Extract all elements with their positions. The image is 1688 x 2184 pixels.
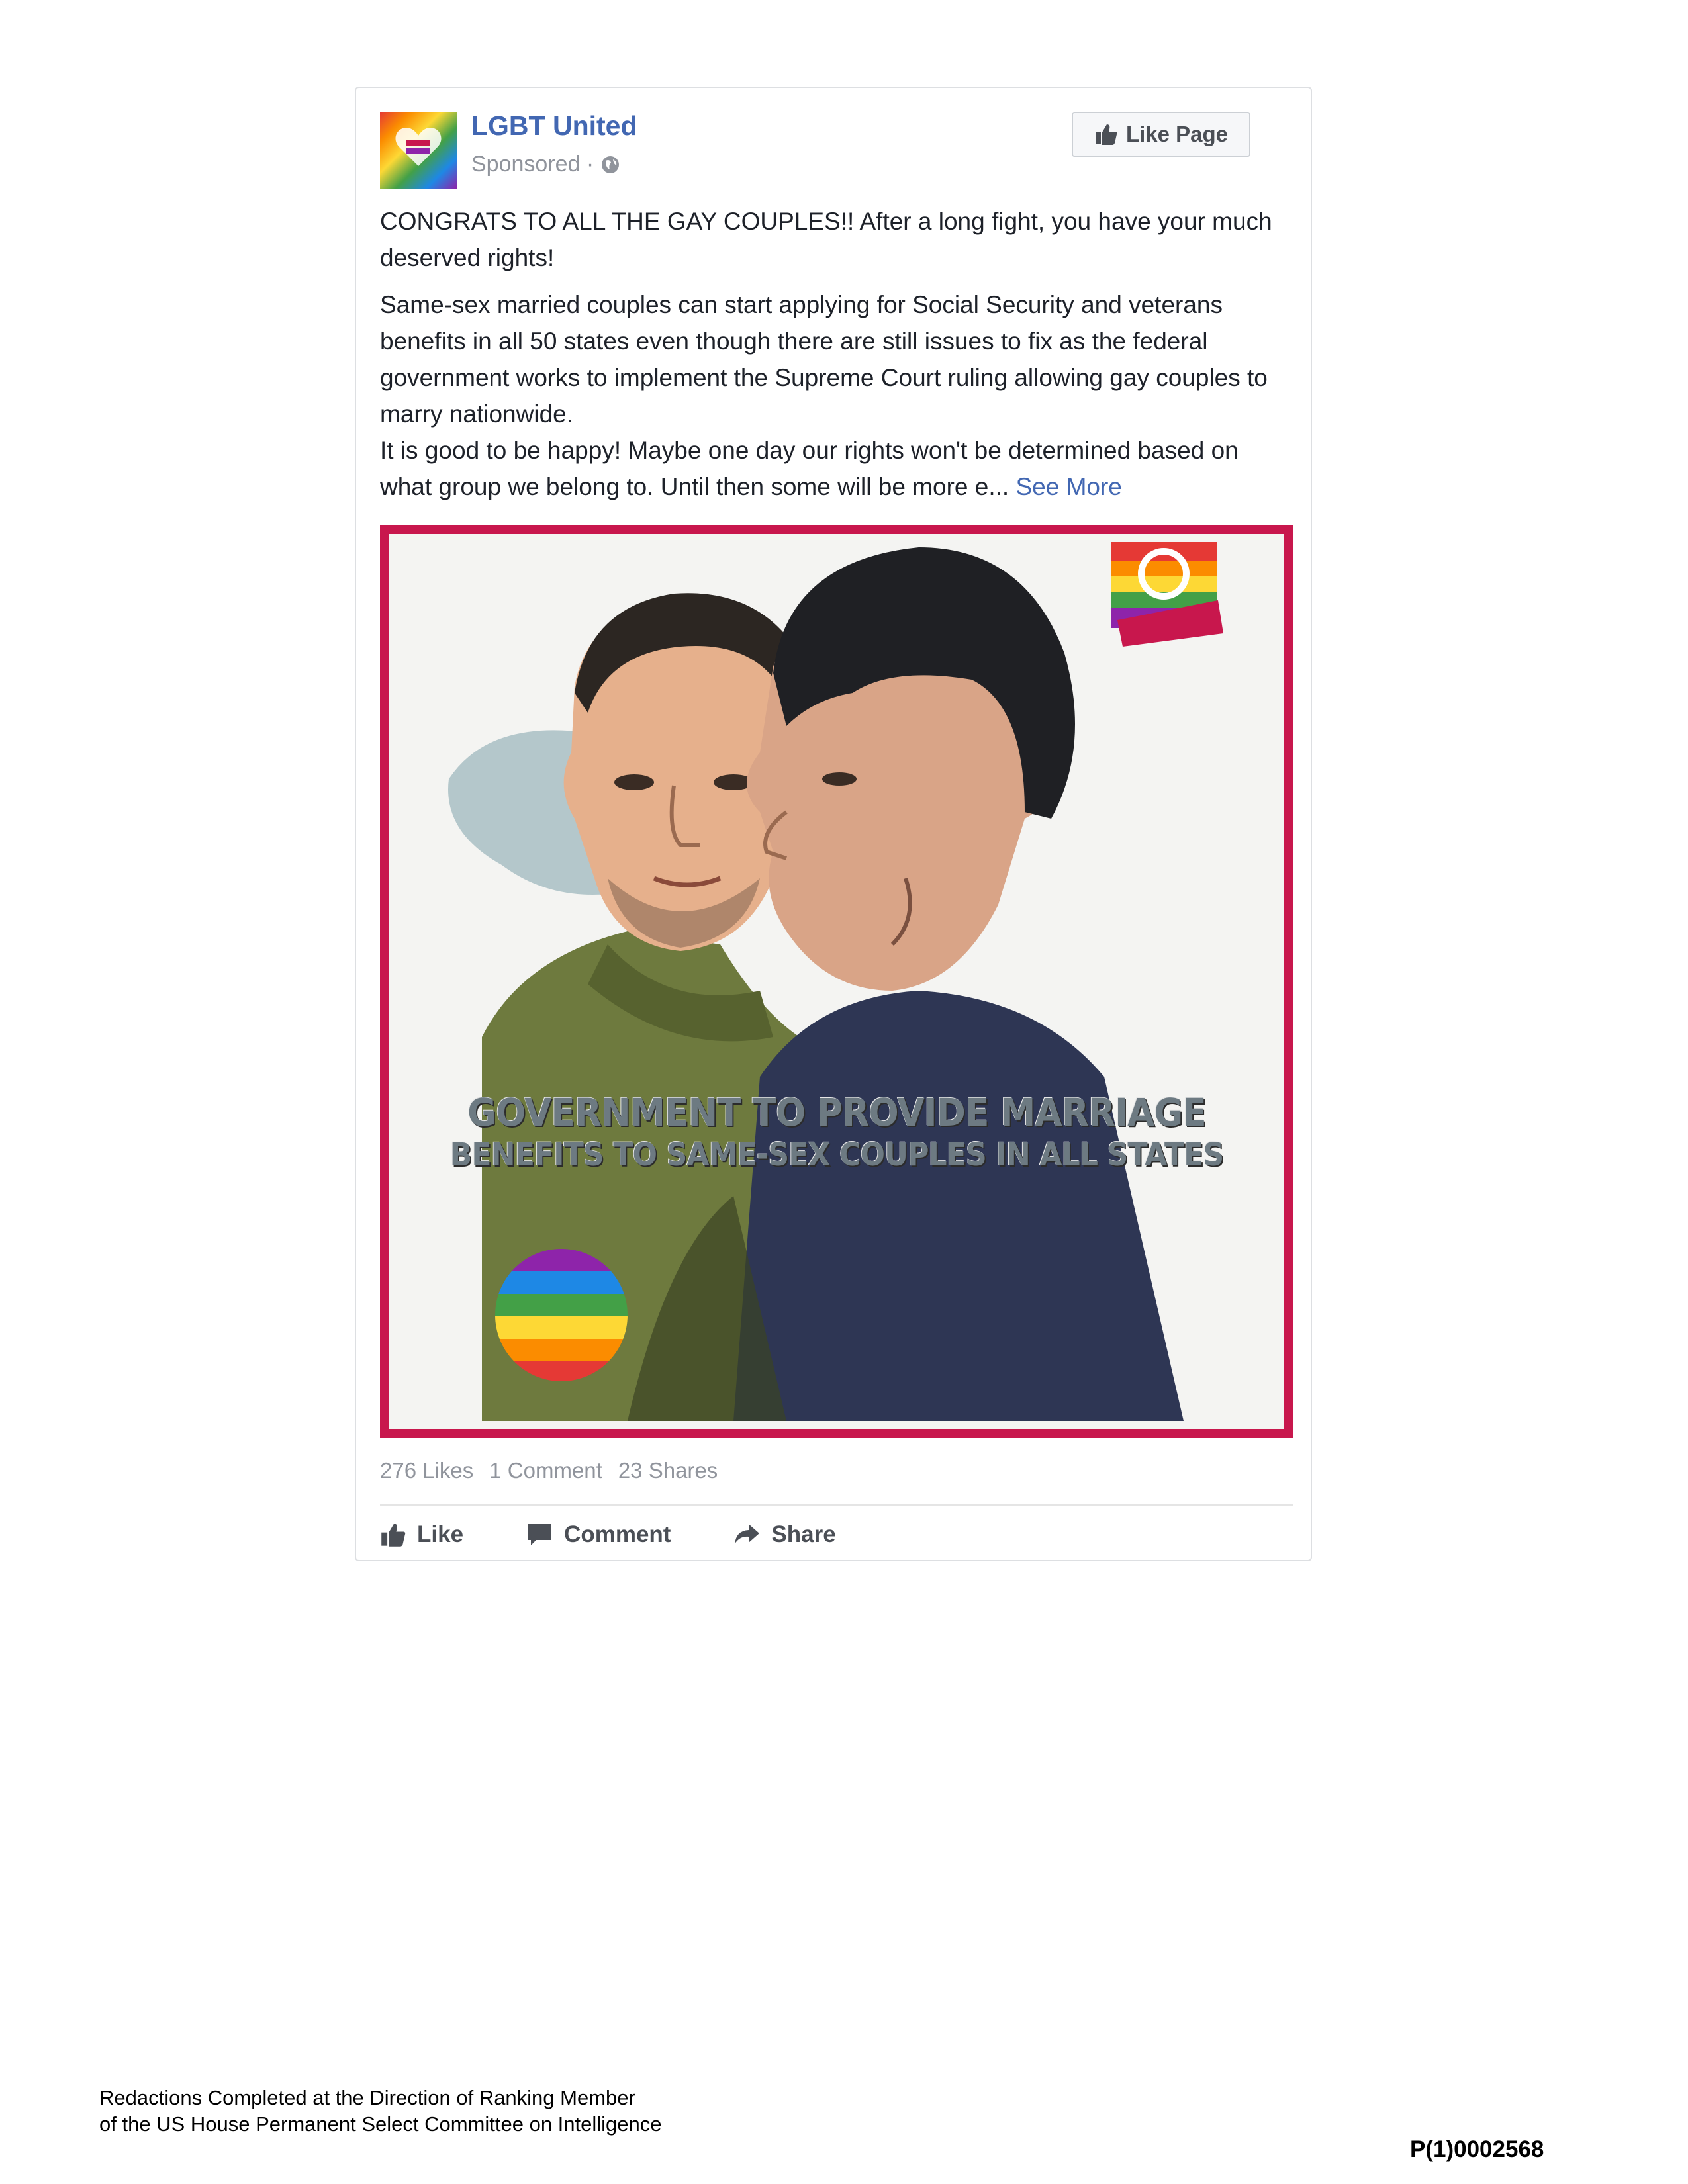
ad-image[interactable]: GOVERNMENT TO PROVIDE MARRIAGE BENEFITS … bbox=[380, 525, 1293, 1438]
lgbt-united-logo bbox=[1111, 542, 1223, 647]
comment-icon bbox=[528, 1524, 552, 1545]
thumbs-up-icon bbox=[1095, 124, 1117, 145]
engagement-stats: 276 Likes 1 Comment 23 Shares bbox=[380, 1458, 718, 1483]
comments-count[interactable]: 1 Comment bbox=[489, 1458, 602, 1483]
post-paragraph-2: Same-sex married couples can start apply… bbox=[380, 291, 1268, 428]
like-button[interactable]: Like bbox=[380, 1522, 463, 1548]
like-page-label: Like Page bbox=[1125, 122, 1229, 146]
post-body: CONGRATS TO ALL THE GAY COUPLES!! After … bbox=[380, 203, 1293, 505]
thumbs-up-icon bbox=[381, 1524, 406, 1547]
share-button[interactable]: Share bbox=[733, 1522, 836, 1548]
image-headline-line-1: GOVERNMENT TO PROVIDE MARRIAGE bbox=[467, 1090, 1207, 1135]
couple-illustration bbox=[389, 534, 1284, 1429]
post-actions: Like Comment Share bbox=[380, 1522, 836, 1548]
sponsored-label: Sponsored · bbox=[471, 152, 620, 177]
facebook-ad-post: LGBT United Sponsored · Like Page CONGRA… bbox=[355, 87, 1312, 1561]
redaction-note-line-1: Redactions Completed at the Direction of… bbox=[99, 2086, 635, 2109]
divider bbox=[380, 1504, 1293, 1506]
sponsored-text: Sponsored · bbox=[471, 152, 594, 177]
page-avatar[interactable] bbox=[380, 112, 457, 189]
post-paragraph-1: CONGRATS TO ALL THE GAY COUPLES!! After … bbox=[380, 208, 1272, 271]
like-page-button[interactable]: Like Page bbox=[1072, 112, 1250, 157]
redaction-note-line-2: of the US House Permanent Select Committ… bbox=[99, 2113, 662, 2136]
post-paragraph-3: It is good to be happy! Maybe one day ou… bbox=[380, 432, 1293, 505]
comment-button[interactable]: Comment bbox=[526, 1522, 671, 1548]
redaction-note: Redactions Completed at the Direction of… bbox=[99, 2085, 662, 2138]
bates-number: P(1)0002568 bbox=[1410, 2136, 1544, 2162]
see-more-link[interactable]: See More bbox=[1015, 473, 1121, 500]
comment-label: Comment bbox=[564, 1522, 671, 1547]
heart-logo-icon bbox=[395, 128, 442, 166]
shares-count[interactable]: 23 Shares bbox=[618, 1458, 718, 1483]
likes-count[interactable]: 276 Likes bbox=[380, 1458, 473, 1483]
share-arrow-icon bbox=[735, 1524, 760, 1544]
like-label: Like bbox=[417, 1522, 464, 1547]
image-headline-line-2: BENEFITS TO SAME-SEX COUPLES IN ALL STAT… bbox=[449, 1136, 1225, 1173]
share-label: Share bbox=[771, 1522, 836, 1547]
page-name-link[interactable]: LGBT United bbox=[471, 111, 637, 142]
globe-icon[interactable] bbox=[600, 155, 620, 175]
